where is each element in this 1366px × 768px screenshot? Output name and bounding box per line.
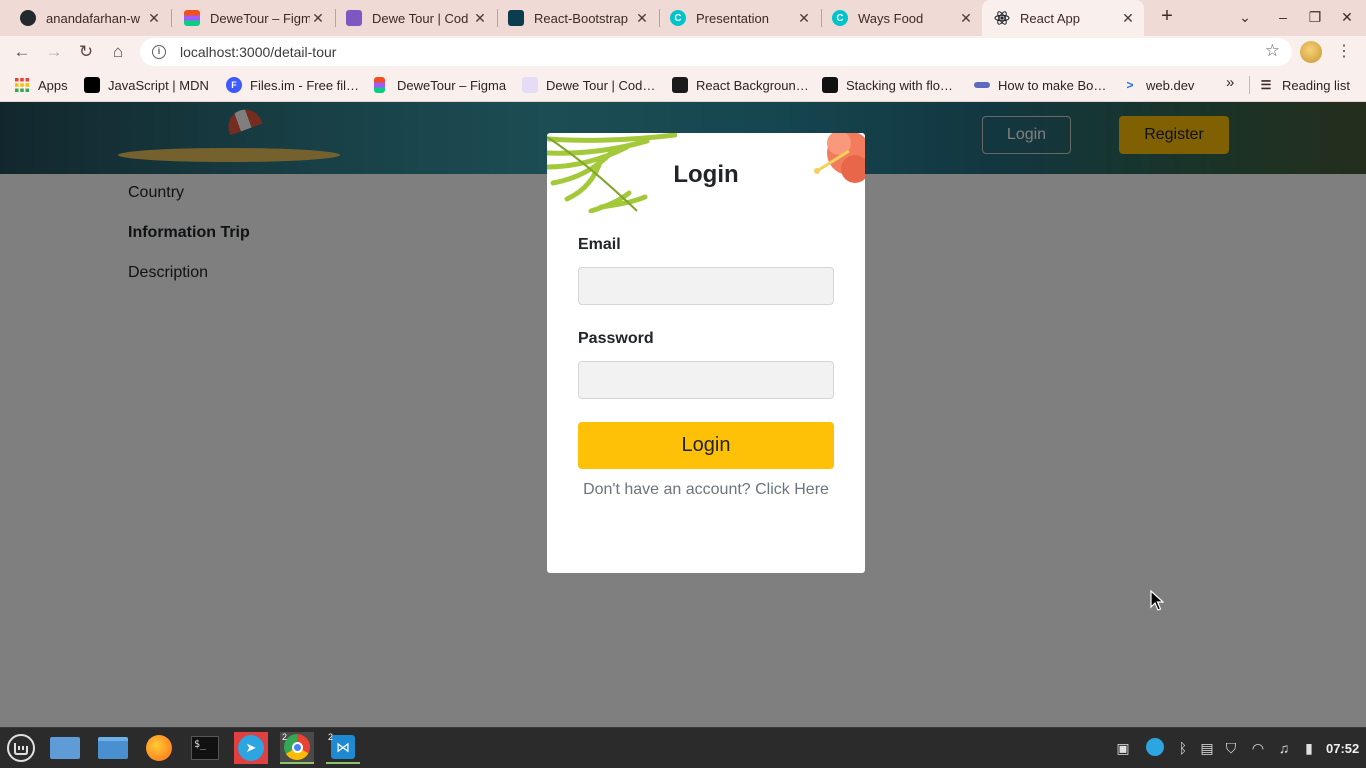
email-label: Email [578,236,621,253]
tab-strip: anandafarhan-w ✕ DeweTour – Figm ✕ Dewe … [0,0,1366,36]
webdev-icon: > [1126,78,1134,92]
canva-icon: C [832,10,848,26]
browser-toolbar: ← → ↻ ⌂ i localhost:3000/detail-tour ☆ ⋮ [0,36,1366,68]
mdn-icon [84,77,100,93]
restore-icon[interactable]: ❐ [1304,6,1326,28]
home-icon[interactable]: ⌂ [106,40,130,64]
minimize-icon[interactable]: – [1272,6,1294,28]
stacking-icon [822,77,838,93]
login-submit-button[interactable]: Login [578,422,834,469]
react-bootstrap-icon [508,10,524,26]
github-icon [20,10,36,26]
bookmarks-overflow-icon[interactable]: » [1226,74,1234,91]
bookmark-star-icon[interactable]: ☆ [1265,41,1280,61]
login-modal: Login Email Password Login Don't have an… [547,133,865,573]
back-icon[interactable]: ← [10,40,34,64]
tab-react-app[interactable]: React App ✕ [982,0,1144,36]
url-text: localhost:3000/detail-tour [180,44,337,60]
close-icon[interactable]: ✕ [634,10,650,27]
howto-icon [974,82,990,88]
close-icon[interactable]: ✕ [472,10,488,27]
password-label: Password [578,330,654,347]
close-icon[interactable]: ✕ [958,10,974,27]
bookmark-react-background[interactable]: React Backgroun… [672,76,809,94]
tab-codepolitan[interactable]: Dewe Tour | Cod ✕ [334,3,496,33]
taskbar: $_ ➤ 2 2 ⋈ ▣ ᛒ ▤ ⛉ ◠ ♫ ▮ 07:52 [0,727,1366,768]
codepolitan-icon [346,10,362,26]
react-icon [994,10,1010,26]
reload-icon[interactable]: ↻ [74,40,98,64]
figma-icon [374,77,385,93]
window-close-icon[interactable]: ✕ [1336,6,1358,28]
tab-figma[interactable]: DeweTour – Figm ✕ [172,3,334,33]
bookmark-webdev[interactable]: > web.dev [1122,76,1194,94]
terminal-icon[interactable]: $_ [188,732,222,764]
files-icon[interactable] [96,732,130,764]
apps-grid-icon [14,77,30,93]
site-info-icon[interactable]: i [152,45,166,59]
bookmark-stacking[interactable]: Stacking with flo… [822,76,953,94]
bookmark-figma[interactable]: DeweTour – Figma [374,76,506,94]
close-icon[interactable]: ✕ [796,10,812,27]
bookmark-apps[interactable]: Apps [14,76,68,94]
close-icon[interactable]: ✕ [310,10,326,27]
codepolitan-icon [522,77,538,93]
filesim-icon: F [226,77,242,93]
react-bg-icon [672,77,688,93]
shield-icon[interactable]: ⛉ [1222,740,1240,757]
address-bar[interactable]: i localhost:3000/detail-tour ☆ [140,38,1292,66]
bookmarks-divider [1249,76,1250,94]
forward-icon[interactable]: → [42,40,66,64]
tab-presentation[interactable]: C Presentation ✕ [658,3,820,33]
camera-icon[interactable]: ▣ [1114,740,1132,757]
bluetooth-icon[interactable]: ᛒ [1174,740,1192,756]
clock[interactable]: 07:52 [1326,741,1359,756]
reading-list-icon: ☰ [1260,78,1272,92]
signup-link[interactable]: Don't have an account? Click Here [578,478,834,502]
vscode-taskbar-icon[interactable]: 2 ⋈ [326,732,360,764]
close-icon[interactable]: ✕ [1120,10,1136,27]
mint-menu-icon[interactable] [4,732,38,764]
bookmarks-bar: Apps JavaScript | MDN F Files.im - Free … [0,68,1366,102]
email-input[interactable] [578,267,834,305]
canva-icon: C [670,10,686,26]
reading-list-button[interactable]: ☰ Reading list [1258,76,1350,94]
battery-icon[interactable]: ▮ [1300,740,1318,757]
bookmark-filesim[interactable]: F Files.im - Free fil… [226,76,359,94]
music-icon[interactable]: ♫ [1275,740,1293,756]
mouse-cursor-icon [1150,590,1164,611]
show-desktop-icon[interactable] [48,732,82,764]
close-icon[interactable]: ✕ [146,10,162,27]
modal-title: Login [673,161,739,188]
tab-react-bootstrap[interactable]: React-Bootstrap ✕ [496,3,658,33]
password-input[interactable] [578,361,834,399]
tab-github[interactable]: anandafarhan-w ✕ [8,3,170,33]
telegram-tray-icon[interactable] [1146,738,1164,756]
chrome-taskbar-icon[interactable]: 2 [280,732,314,764]
tab-search-icon[interactable]: ⌄ [1234,6,1256,28]
new-tab-button[interactable]: + [1156,6,1178,28]
bookmark-mdn[interactable]: JavaScript | MDN [84,76,209,94]
bookmark-codepolitan[interactable]: Dewe Tour | Cod… [522,76,655,94]
telegram-icon[interactable]: ➤ [234,732,268,764]
bookmark-how-to[interactable]: How to make Bo… [974,76,1106,94]
clipboard-icon[interactable]: ▤ [1198,740,1216,757]
figma-icon [184,10,200,26]
tab-ways-food[interactable]: C Ways Food ✕ [820,3,982,33]
more-menu-icon[interactable]: ⋮ [1336,40,1352,64]
firefox-icon[interactable] [142,732,176,764]
page-viewport: Login Register Country Information Trip … [0,102,1366,727]
profile-avatar[interactable] [1300,41,1322,63]
wifi-icon[interactable]: ◠ [1249,740,1267,757]
